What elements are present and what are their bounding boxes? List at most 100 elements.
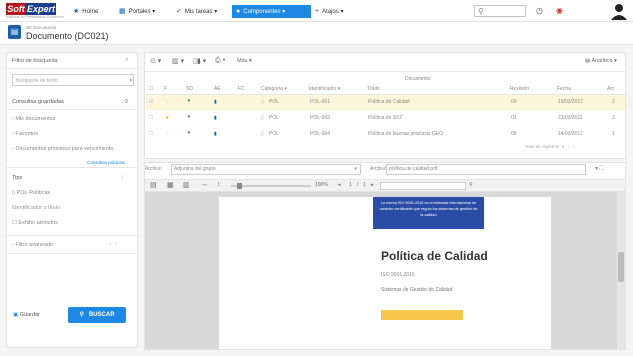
- table-row[interactable]: ☐ ☆ ● ▮ ▯ POL POL-004 Política de buenas…: [146, 127, 625, 140]
- table-row[interactable]: ☑ ☆ ● ▮ ▯ POL POL-001 Política de Calida…: [146, 95, 625, 110]
- column-header-category[interactable]: Categoría ▾: [261, 86, 287, 92]
- identifier-cell[interactable]: POL-001: [310, 99, 330, 105]
- fit-width-icon[interactable]: ↔: [201, 181, 208, 188]
- column-header-files[interactable]: Arc: [607, 86, 615, 92]
- chart-icon[interactable]: ▯▮ ▾: [193, 57, 206, 65]
- search-icon[interactable]: ⚲: [469, 182, 473, 188]
- status-ok-icon: ●: [187, 114, 191, 120]
- nav-portales[interactable]: ▦ Portales ▾: [115, 5, 159, 18]
- saved-query-item[interactable]: › Documentos próximos para vencimiento: [12, 146, 114, 152]
- row-checkbox[interactable]: ☐: [149, 115, 153, 121]
- revision-cell: 01: [511, 115, 517, 121]
- zoom-level[interactable]: 100%: [315, 182, 328, 188]
- attachment-source-select[interactable]: Adjuntos del grupo ▾: [171, 164, 361, 175]
- column-header-ae[interactable]: AE: [214, 86, 221, 92]
- prev-page-icon[interactable]: ◂: [338, 182, 341, 188]
- attachment-icon[interactable]: ▮: [214, 131, 217, 137]
- sidebar-toggle-icon[interactable]: ▤: [150, 181, 157, 189]
- scrollbar[interactable]: [617, 192, 625, 349]
- filter-title: Filtro de búsqueda: [12, 58, 58, 64]
- title-cell[interactable]: Política de SST: [368, 115, 402, 121]
- pdf-search-input[interactable]: [380, 182, 466, 190]
- fit-height-icon[interactable]: ↕: [217, 181, 221, 188]
- favorite-icon[interactable]: ☆: [165, 99, 169, 105]
- thumbnails-icon[interactable]: ▦: [167, 181, 174, 189]
- column-header-fc[interactable]: FC: [238, 86, 245, 92]
- nav-home[interactable]: ★ Home: [69, 5, 102, 18]
- column-header-revision[interactable]: Revisión: [510, 86, 529, 92]
- column-header-title[interactable]: Título: [367, 86, 380, 92]
- print-icon[interactable]: ⎙ ▾: [215, 57, 226, 65]
- filter-actions-icon[interactable]: ↓ ↑: [109, 241, 118, 247]
- attachment-icon[interactable]: ▮: [214, 115, 217, 121]
- user-avatar[interactable]: [610, 2, 628, 20]
- clear-icon[interactable]: ✕: [129, 76, 133, 86]
- expand-icon[interactable]: ▾ ⛶: [595, 165, 604, 173]
- revision-cell: 00: [511, 99, 517, 105]
- table-row[interactable]: ☐ ★ ● ▮ ▯ POL POL-003 Política de SST 01…: [146, 111, 625, 126]
- softexpert-logo[interactable]: Soft Expert Software for Performance Exc…: [6, 3, 64, 19]
- analytics-icon: ▤: [585, 58, 591, 64]
- type-value[interactable]: ▯ POL-Políticas: [12, 190, 50, 196]
- row-checkbox[interactable]: ☑: [149, 99, 153, 105]
- text-search-input[interactable]: Búsqueda de texto ✕: [12, 74, 134, 86]
- identifier-cell[interactable]: POL-003: [310, 115, 330, 121]
- public-queries-link[interactable]: Consultas públicas: [87, 160, 125, 165]
- file-select[interactable]: política de calidad.pdf: [386, 164, 586, 175]
- page-header: ▤ SE Documento Documento (DC021): [0, 22, 633, 45]
- identifier-field[interactable]: Identificador o título: [12, 205, 60, 211]
- more-menu[interactable]: Más ▾: [237, 58, 252, 64]
- files-cell: 2: [612, 99, 615, 105]
- scrollbar-thumb[interactable]: [618, 252, 624, 282]
- view-icon[interactable]: ⊙ ▾: [150, 57, 161, 65]
- sort-icon[interactable]: ↓⚙: [121, 99, 129, 105]
- file-icon: ▯: [261, 131, 264, 137]
- search-button[interactable]: ⚲ BUSCAR: [68, 307, 126, 323]
- show-attributes-checkbox[interactable]: ☐ Exhibir atributos: [12, 220, 58, 226]
- favorite-icon[interactable]: ☆: [165, 131, 169, 137]
- collapse-icon[interactable]: «: [125, 57, 128, 63]
- document-icon: ▤: [8, 25, 21, 39]
- date-cell: 14/03/2017: [558, 131, 584, 137]
- global-search-input[interactable]: ⚲: [474, 5, 526, 17]
- export-icon[interactable]: ▥ ▾: [172, 57, 184, 65]
- attachment-source-label: Archivo: [145, 166, 162, 172]
- title-cell[interactable]: Política de Calidad: [368, 99, 410, 105]
- select-all-checkbox[interactable]: ☐: [149, 86, 153, 92]
- title-cell[interactable]: Política de buenas prácticas GEO: [368, 131, 443, 137]
- nav-mis-tareas[interactable]: ✓ Mis tareas ▾: [172, 5, 221, 18]
- saved-query-item[interactable]: › Favoritos: [12, 131, 38, 137]
- divider: [7, 253, 137, 254]
- favorite-icon[interactable]: ★: [165, 115, 169, 121]
- row-checkbox[interactable]: ☐: [149, 131, 153, 137]
- nav-atajos[interactable]: + Atajos ▾: [311, 5, 347, 18]
- saved-query-item[interactable]: › Mis documentos: [12, 116, 55, 122]
- breadcrumb[interactable]: SE Documento: [26, 25, 56, 30]
- divider: [7, 235, 137, 236]
- category-cell: POL: [269, 115, 280, 121]
- grid-view-icon[interactable]: ▥: [183, 181, 190, 189]
- page-title: Documento (DC021): [26, 31, 109, 41]
- type-label: Tipo: [12, 175, 23, 181]
- save-query-button[interactable]: ▣ Guardar: [13, 309, 55, 321]
- notification-icon[interactable]: ◉: [556, 5, 563, 17]
- attachment-icon[interactable]: ▮: [214, 99, 217, 105]
- advanced-filter-toggle[interactable]: › Filtro avanzado: [12, 242, 53, 248]
- identifier-cell[interactable]: POL-004: [310, 131, 330, 137]
- clock-icon[interactable]: ◷: [536, 5, 543, 17]
- page-number[interactable]: 1: [349, 182, 352, 188]
- zoom-slider[interactable]: [231, 183, 311, 189]
- column-header-sd[interactable]: SD: [186, 86, 193, 92]
- next-page-icon[interactable]: ▸: [371, 182, 374, 188]
- analytics-button[interactable]: ▤ Analítica ▾: [585, 58, 617, 64]
- page-count: 1: [363, 182, 366, 188]
- files-cell: 3: [612, 115, 615, 121]
- files-cell: 1: [612, 131, 615, 137]
- pin-icon[interactable]: ↓: [121, 174, 124, 180]
- nav-componentes[interactable]: ● Componentes ▾: [232, 5, 311, 18]
- column-header-flag[interactable]: F: [164, 86, 167, 92]
- column-header-date[interactable]: Fecha: [557, 86, 571, 92]
- document-heading: Política de Calidad: [381, 249, 488, 263]
- zoom-slider-handle[interactable]: [237, 183, 242, 189]
- column-header-identifier[interactable]: Identificador ▾: [309, 86, 340, 92]
